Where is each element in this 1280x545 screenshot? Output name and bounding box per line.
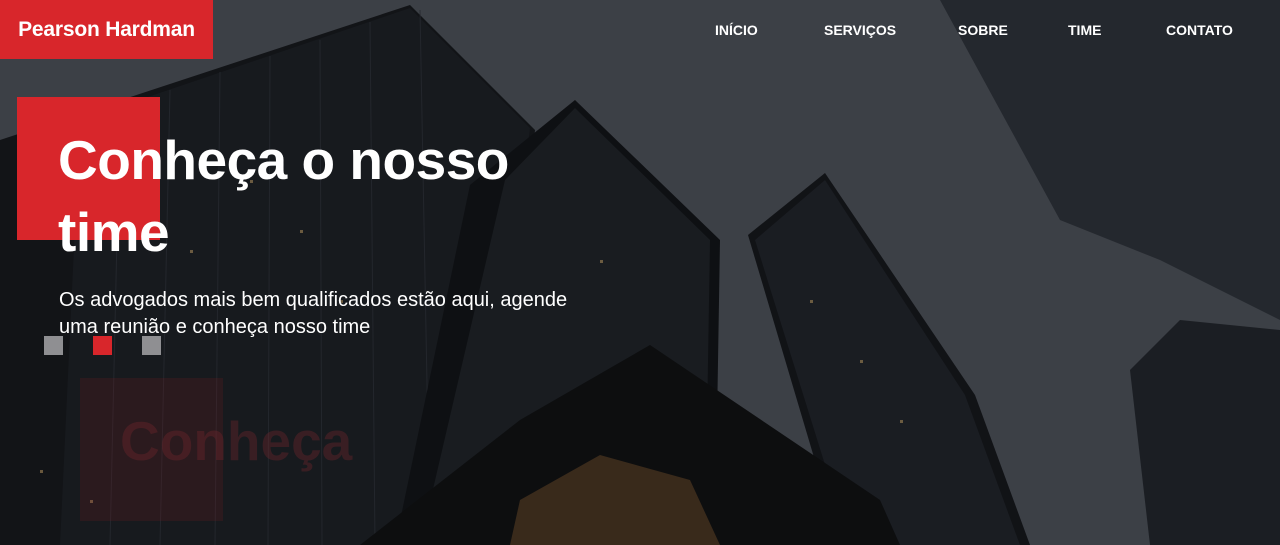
slider-indicators bbox=[44, 336, 191, 355]
nav-item-sobre[interactable]: SOBRE bbox=[958, 22, 1008, 38]
nav-item-time[interactable]: TIME bbox=[1068, 22, 1101, 38]
hero-headline: Conheça o nosso time bbox=[58, 129, 509, 263]
slide-indicator-1[interactable] bbox=[44, 336, 63, 355]
hero-subtext: Os advogados mais bem qualificados estão… bbox=[59, 289, 568, 338]
nav-item-inicio[interactable]: INÍCIO bbox=[715, 22, 758, 38]
nav-item-contato[interactable]: CONTATO bbox=[1166, 22, 1233, 38]
slide-indicator-2[interactable] bbox=[93, 336, 112, 355]
hero-section: Conheça Pearson Hardman INÍCIO SERVIÇOS … bbox=[0, 0, 1280, 545]
slide-indicator-3[interactable] bbox=[142, 336, 161, 355]
nav-item-servicos[interactable]: SERVIÇOS bbox=[824, 22, 896, 38]
background-ghost-text: Conheça bbox=[120, 410, 353, 472]
brand-logo[interactable]: Pearson Hardman bbox=[0, 0, 213, 59]
